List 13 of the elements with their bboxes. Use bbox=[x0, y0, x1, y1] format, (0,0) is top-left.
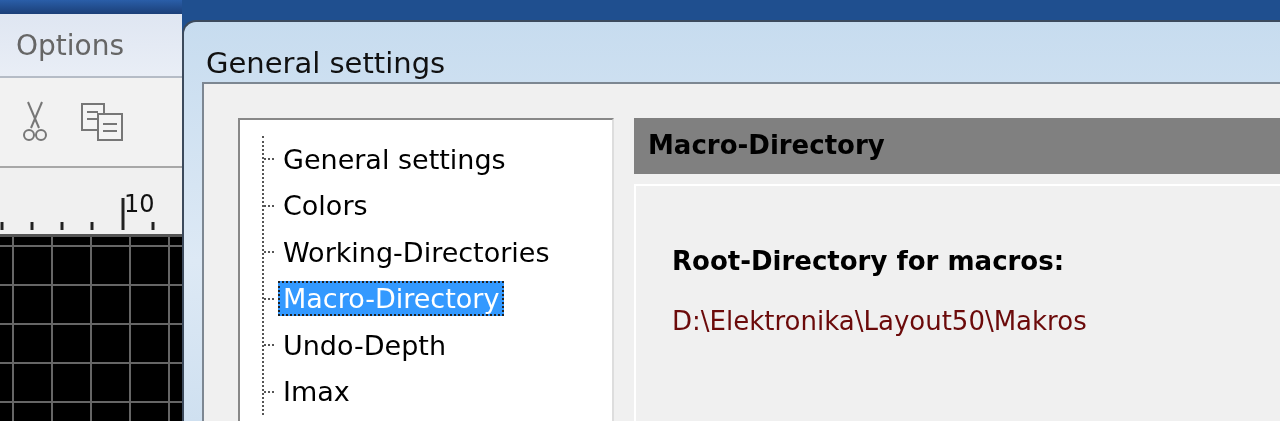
tree-item[interactable]: Imax bbox=[278, 374, 355, 410]
tree-item[interactable]: Undo-Depth bbox=[278, 327, 451, 363]
panel-header: Macro-Directory bbox=[634, 118, 1280, 174]
tree-item[interactable]: General settings bbox=[278, 141, 511, 177]
field-label: Root-Directory for macros: bbox=[672, 246, 1066, 276]
cut-icon[interactable] bbox=[22, 100, 48, 144]
tree-item[interactable]: Working-Directories bbox=[278, 234, 555, 270]
directory-path: D:\Elektronika\Layout50\Makros bbox=[672, 306, 1088, 336]
menu-item[interactable]: Options bbox=[16, 28, 125, 62]
window-title: General settings bbox=[205, 45, 447, 82]
copy-icon[interactable] bbox=[80, 102, 126, 142]
tree-item[interactable]: Colors bbox=[278, 188, 373, 224]
ruler-label: 10 bbox=[124, 190, 155, 218]
